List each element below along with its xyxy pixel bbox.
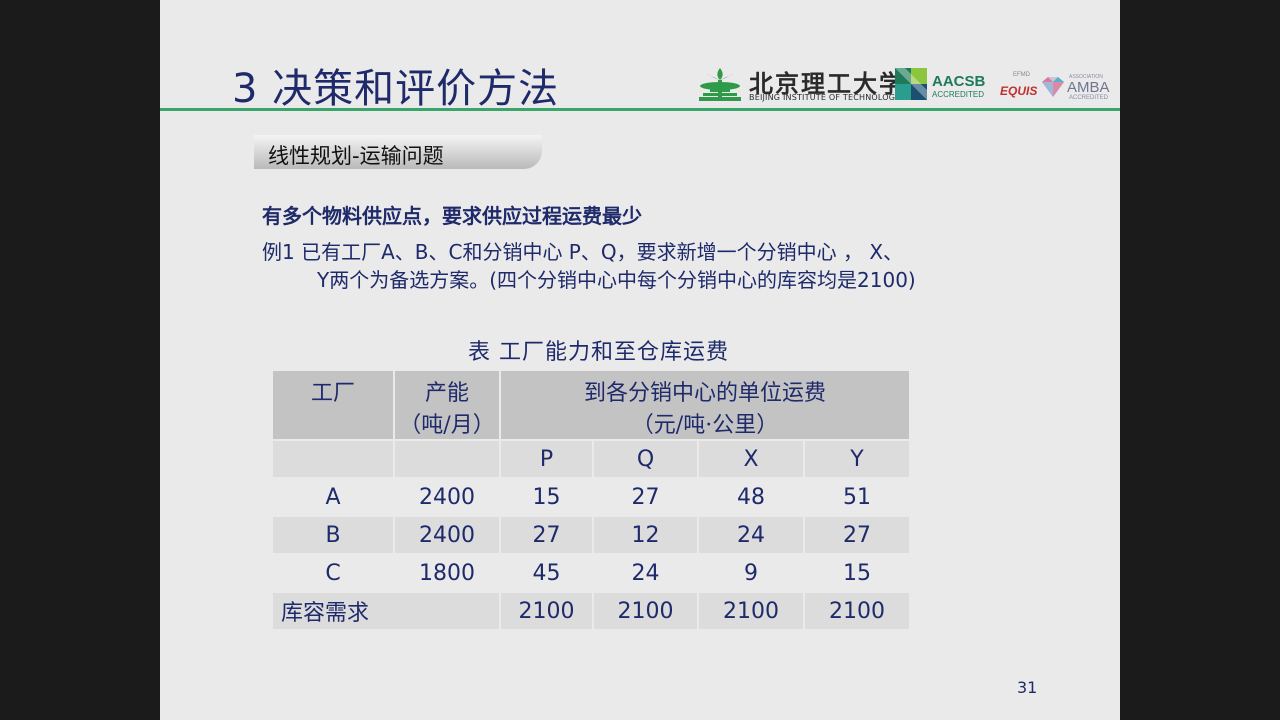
amba-logo: AMBA [1067,79,1110,96]
bit-logo-english: BEIJING INSTITUTE OF TECHNOLOGY [749,93,900,102]
table-cell: 24 [699,517,803,553]
table-row: A 2400 15 27 48 51 [273,479,909,515]
header-unit-cost: 到各分销中心的单位运费 （元/吨·公里） [501,371,909,439]
subheader-cell [395,441,499,477]
subheader-cell: P [501,441,592,477]
table-footer-row: 库容需求 2100 2100 2100 2100 [273,593,909,629]
footer-label: 库容需求 [273,593,499,629]
equis-logo: EQUIS [1000,84,1038,98]
amba-accredited: ACCREDITED [1069,95,1109,101]
subheader-cell [273,441,393,477]
aacsb-logo: AACSB [932,73,986,90]
table-cell: 51 [805,479,909,515]
example-line-1: 例1 已有工厂A、B、C和分销中心 P、Q，要求新增一个分销中心 ， X、 [262,240,904,264]
table-cell: 2400 [395,479,499,515]
example-line-2: Y两个为备选方案。(四个分销中心中每个分销中心的库容均是2100) [317,268,916,292]
aacsb-mark-icon [895,68,927,100]
header-divider [160,108,1120,111]
table-cell: 15 [805,555,909,591]
table-cell: 27 [594,479,697,515]
table-cell: 48 [699,479,803,515]
slide: 3 决策和评价方法 北京理工大学 BEIJING INSTITUTE OF TE… [160,0,1120,720]
slide-title: 3 决策和评价方法 [232,66,560,112]
table-row: B 2400 27 12 24 27 [273,517,909,553]
table-cell: C [273,555,393,591]
table-cell: 1800 [395,555,499,591]
subheader-cell: Q [594,441,697,477]
table-cell: 24 [594,555,697,591]
table-caption: 表 工厂能力和至仓库运费 [468,340,729,365]
subheader-cell: Y [805,441,909,477]
aacsb-accredited: ACCREDITED [932,90,985,99]
table-cell: B [273,517,393,553]
page-number: 31 [1017,678,1038,697]
table-cell: 15 [501,479,592,515]
table-row: C 1800 45 24 9 15 [273,555,909,591]
table-cell: 2100 [501,593,592,629]
factory-cost-table: 工厂 产能 （吨/月） 到各分销中心的单位运费 （元/吨·公里） P Q X Y… [271,369,911,631]
table-cell: 27 [805,517,909,553]
table-cell: A [273,479,393,515]
table-cell: 12 [594,517,697,553]
table-cell: 45 [501,555,592,591]
bit-emblem-icon [699,68,741,101]
header-factory: 工厂 [273,371,393,439]
table-header-row: 工厂 产能 （吨/月） 到各分销中心的单位运费 （元/吨·公里） [273,371,909,439]
subheader-cell: X [699,441,803,477]
table-cell: 2100 [805,593,909,629]
table-cell: 9 [699,555,803,591]
table-cell: 2100 [699,593,803,629]
header-capacity: 产能 （吨/月） [395,371,499,439]
table-subheader-row: P Q X Y [273,441,909,477]
efmd-label: EFMD [1013,72,1030,78]
logo-bar: 北京理工大学 BEIJING INSTITUTE OF TECHNOLOGY A… [695,62,1120,106]
table-cell: 2400 [395,517,499,553]
amba-diamond-icon [1042,77,1064,97]
section-label: 线性规划-运输问题 [268,144,444,168]
content-heading: 有多个物料供应点，要求供应过程运费最少 [262,204,642,228]
table-cell: 27 [501,517,592,553]
table-cell: 2100 [594,593,697,629]
